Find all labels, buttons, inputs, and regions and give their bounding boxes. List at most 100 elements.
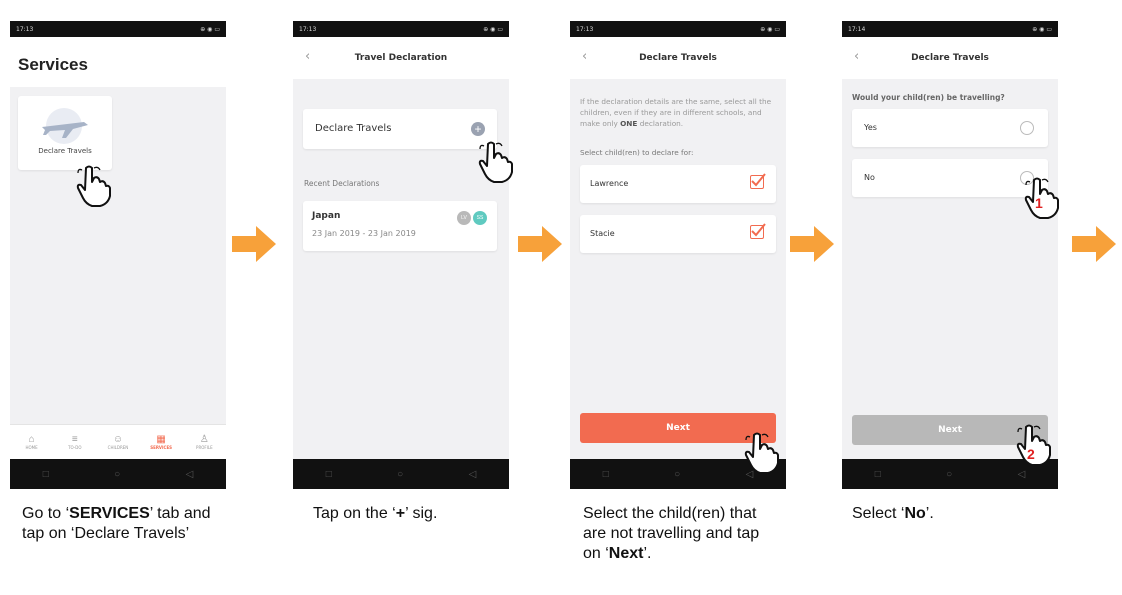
caption-step3: Select the child(ren) that are not trave… xyxy=(583,504,773,564)
tab-children-label: CHILDREN xyxy=(107,445,129,450)
tab-todo-label: TO-DO xyxy=(68,445,82,450)
caption-step2-pre: Tap on the ‘ xyxy=(313,505,396,522)
child-option-lawrence[interactable]: Lawrence xyxy=(580,165,776,203)
step-number-1: 1 xyxy=(1035,195,1043,211)
recent-declaration-item[interactable]: Japan 23 Jan 2019 - 23 Jan 2019 LV SS xyxy=(303,201,497,251)
phone-declare-travels-select: 17:13 ⊕ ◉ ▭ ‹ Declare Travels If the dec… xyxy=(570,21,786,489)
option-label: No xyxy=(864,173,875,182)
caption-step1-bold: SERVICES xyxy=(69,505,150,522)
caption-step2-post: ’ sig. xyxy=(405,505,438,522)
child-option-stacie[interactable]: Stacie xyxy=(580,215,776,253)
flow-arrow-2 xyxy=(518,226,562,267)
recent-dates: 23 Jan 2019 - 23 Jan 2019 xyxy=(312,229,416,238)
declare-travels-card[interactable]: Declare Travels + xyxy=(303,109,497,149)
question-label: Would your child(ren) be travelling? xyxy=(852,93,1005,102)
airplane-icon xyxy=(42,108,88,144)
tap-hand-icon xyxy=(76,165,111,207)
recent-destination: Japan xyxy=(312,211,341,221)
caption-step3-post: ’. xyxy=(643,545,652,562)
status-bar: 17:14 ⊕ ◉ ▭ xyxy=(842,21,1058,37)
back-chevron-icon[interactable]: ‹ xyxy=(854,49,859,64)
status-time: 17:13 xyxy=(16,25,34,33)
tab-home[interactable]: ⌂ HOME xyxy=(12,434,52,450)
avatar-lv: LV xyxy=(457,211,471,225)
status-icons: ⊕ ◉ ▭ xyxy=(200,25,220,33)
flow-arrow-3 xyxy=(790,226,834,267)
option-no[interactable]: No xyxy=(852,159,1048,197)
list-icon: ≡ xyxy=(71,434,78,445)
tab-services-label: SERVICES xyxy=(150,445,173,450)
phone-services: 17:13 ⊕ ◉ ▭ Services Declare Travels ⌂ H… xyxy=(10,21,226,489)
android-nav-bar: □ ○ ◁ xyxy=(10,459,226,489)
checkbox-checked-icon[interactable] xyxy=(750,223,766,239)
add-circle-icon[interactable]: + xyxy=(471,122,485,136)
person-icon: ♙ xyxy=(199,434,209,445)
back-triangle-icon[interactable]: ◁ xyxy=(1018,469,1026,480)
services-header: Services xyxy=(10,37,226,87)
screen-header: ‹ Travel Declaration xyxy=(293,37,509,79)
tab-children[interactable]: ☺ CHILDREN xyxy=(98,434,138,450)
recents-icon[interactable]: □ xyxy=(43,469,49,480)
caption-step1: Go to ‘SERVICES’ tab and tap on ‘Declare… xyxy=(22,504,222,544)
tap-hand-icon xyxy=(478,141,513,183)
child-name: Stacie xyxy=(590,229,615,238)
home-circle-icon[interactable]: ○ xyxy=(397,469,403,480)
header-title: Declare Travels xyxy=(639,53,717,63)
status-icons: ⊕ ◉ ▭ xyxy=(1032,25,1052,33)
back-chevron-icon[interactable]: ‹ xyxy=(582,49,587,64)
bottom-tab-bar: ⌂ HOME ≡ TO-DO ☺ CHILDREN ▦ SERVICES ♙ P… xyxy=(10,424,226,459)
radio-unselected-icon[interactable] xyxy=(1020,121,1034,135)
recents-icon[interactable]: □ xyxy=(326,469,332,480)
screen-header: ‹ Declare Travels xyxy=(570,37,786,79)
declare-travels-tile[interactable]: Declare Travels xyxy=(18,96,112,170)
status-icons: ⊕ ◉ ▭ xyxy=(760,25,780,33)
child-name: Lawrence xyxy=(590,179,629,188)
home-circle-icon[interactable]: ○ xyxy=(946,469,952,480)
caption-step4-bold: No xyxy=(904,505,926,522)
home-circle-icon[interactable]: ○ xyxy=(674,469,680,480)
caption-step4-pre: Select ‘ xyxy=(852,505,905,522)
status-time: 17:13 xyxy=(299,25,317,33)
select-label: Select child(ren) to declare for: xyxy=(580,148,694,157)
status-bar: 17:13 ⊕ ◉ ▭ xyxy=(293,21,509,37)
caption-step3-bold: Next xyxy=(608,545,644,562)
status-time: 17:13 xyxy=(576,25,594,33)
tab-todo[interactable]: ≡ TO-DO xyxy=(55,434,95,450)
option-yes[interactable]: Yes xyxy=(852,109,1048,147)
avatar-ss: SS xyxy=(473,211,487,225)
caption-step4-post: ’. xyxy=(925,505,934,522)
option-label: Yes xyxy=(864,123,877,132)
tile-label: Declare Travels xyxy=(38,147,92,155)
caption-step2-bold: + xyxy=(395,505,406,522)
tab-home-label: HOME xyxy=(25,445,38,450)
back-chevron-icon[interactable]: ‹ xyxy=(305,49,310,64)
android-nav-bar: □ ○ ◁ xyxy=(293,459,509,489)
header-title: Declare Travels xyxy=(911,53,989,63)
tab-profile-label: PROFILE xyxy=(196,445,213,450)
tab-services[interactable]: ▦ SERVICES xyxy=(141,434,181,450)
header-title: Travel Declaration xyxy=(354,53,448,63)
smiley-icon: ☺ xyxy=(112,434,124,445)
caption-step2: Tap on the ‘+’ sig. xyxy=(313,504,513,524)
tab-profile[interactable]: ♙ PROFILE xyxy=(184,434,224,450)
flow-arrow-1 xyxy=(232,226,276,267)
grid-icon: ▦ xyxy=(156,434,166,445)
screen-header: ‹ Declare Travels xyxy=(842,37,1058,79)
back-triangle-icon[interactable]: ◁ xyxy=(469,469,477,480)
recents-icon[interactable]: □ xyxy=(875,469,881,480)
status-bar: 17:13 ⊕ ◉ ▭ xyxy=(10,21,226,37)
caption-step4: Select ‘No’. xyxy=(852,504,1052,524)
step-number-2: 2 xyxy=(1027,446,1035,462)
caption-step1-pre: Go to ‘ xyxy=(22,505,70,522)
recent-heading: Recent Declarations xyxy=(304,179,380,188)
back-triangle-icon[interactable]: ◁ xyxy=(186,469,194,480)
recents-icon[interactable]: □ xyxy=(603,469,609,480)
info-text-post: declaration. xyxy=(637,119,684,128)
home-circle-icon[interactable]: ○ xyxy=(114,469,120,480)
flow-arrow-4 xyxy=(1072,226,1116,267)
phone-declare-travels-question: 17:14 ⊕ ◉ ▭ ‹ Declare Travels Would your… xyxy=(842,21,1058,489)
status-bar: 17:13 ⊕ ◉ ▭ xyxy=(570,21,786,37)
info-text-bold: ONE xyxy=(620,119,638,128)
checkbox-checked-icon[interactable] xyxy=(750,173,766,189)
status-icons: ⊕ ◉ ▭ xyxy=(483,25,503,33)
